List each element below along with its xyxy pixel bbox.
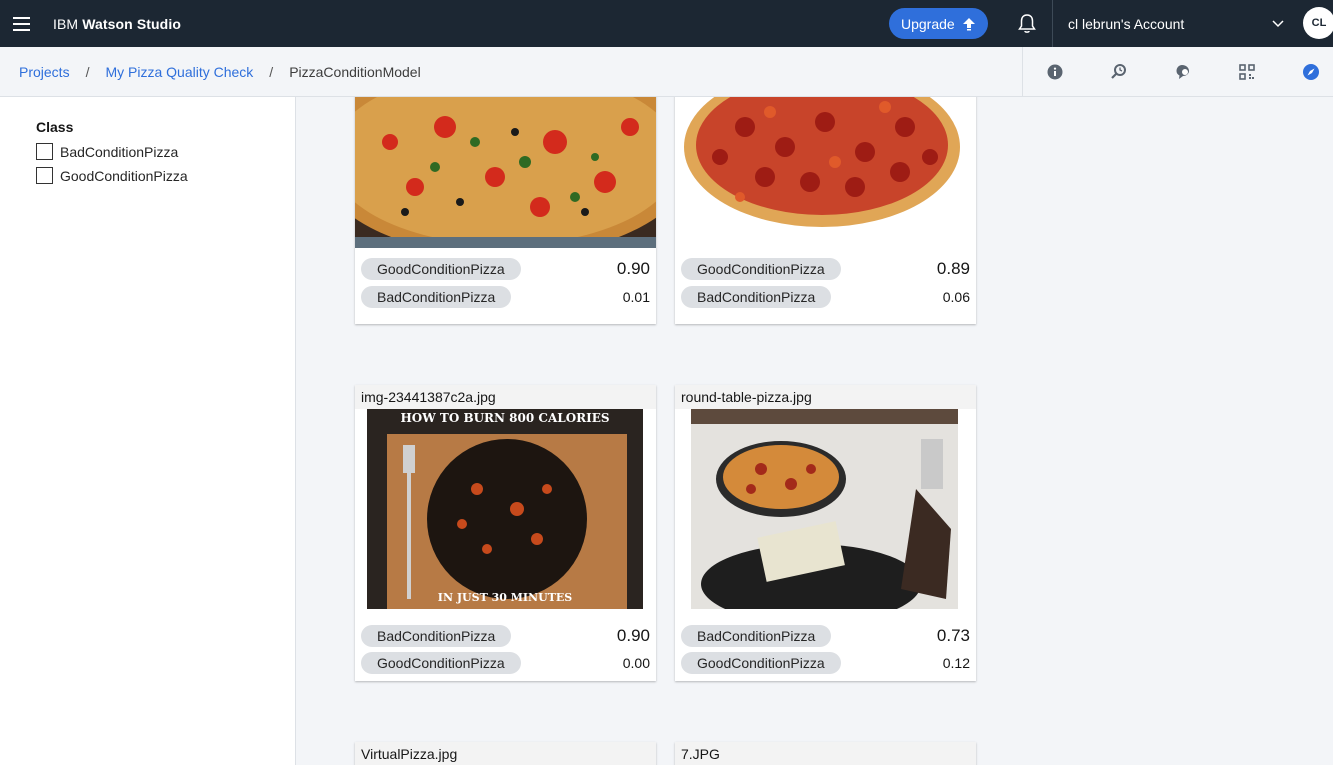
class-tag[interactable]: GoodConditionPizza (361, 652, 521, 674)
class-tag[interactable]: BadConditionPizza (361, 625, 512, 647)
confidence-score: 0.89 (936, 259, 970, 278)
qr-code-icon[interactable] (1215, 47, 1279, 97)
image-caption-top: HOW TO BURN 800 CALORIES (400, 411, 610, 425)
prediction-row: BadConditionPizza 0.73 (681, 625, 970, 647)
class-tag[interactable]: GoodConditionPizza (681, 258, 841, 280)
burnt-pizza-photo (367, 409, 643, 609)
chevron-down-icon (1272, 20, 1284, 28)
class-tag[interactable]: BadConditionPizza (681, 286, 832, 308)
filter-label: BadConditionPizza (60, 143, 179, 160)
result-card[interactable]: GoodConditionPizza 0.89 BadConditionPizz… (675, 97, 976, 324)
brand-prefix: IBM (53, 15, 79, 32)
image-filename: 7.JPG (675, 742, 976, 765)
confidence-score: 0.00 (622, 655, 650, 671)
results-grid: GoodConditionPizza 0.90 BadConditionPizz… (296, 97, 1333, 765)
menu-icon[interactable] (0, 0, 42, 47)
breadcrumb: Projects / My Pizza Quality Check / Pizz… (19, 64, 421, 80)
filter-bad-condition[interactable]: BadConditionPizza (36, 143, 178, 160)
breadcrumb-separator: / (85, 63, 90, 80)
upgrade-arrow-icon (962, 17, 975, 30)
breadcrumb-bar: Projects / My Pizza Quality Check / Pizz… (0, 47, 1333, 97)
breadcrumb-separator: / (269, 63, 274, 80)
brand-name: Watson Studio (82, 15, 181, 32)
comments-icon[interactable] (1151, 47, 1215, 97)
info-icon[interactable] (1023, 47, 1087, 97)
pizza-image (691, 409, 958, 609)
prediction-row: GoodConditionPizza 0.00 (361, 652, 650, 674)
round-table-pizza-photo (691, 409, 958, 609)
confidence-score: 0.06 (942, 289, 970, 305)
prediction-row: GoodConditionPizza 0.89 (681, 258, 970, 280)
toolbar-icons (1022, 47, 1333, 97)
class-tag[interactable]: BadConditionPizza (361, 286, 512, 308)
prediction-row: BadConditionPizza 0.01 (361, 286, 650, 308)
result-card[interactable]: round-table-pizza.jpg BadConditionPizza … (675, 385, 976, 681)
prediction-row: GoodConditionPizza 0.12 (681, 652, 970, 674)
image-filename: img-23441387c2a.jpg (355, 385, 656, 409)
notifications-bell-icon[interactable] (1014, 11, 1040, 37)
filter-sidebar: Class BadConditionPizza GoodConditionPiz… (0, 97, 296, 765)
checkbox[interactable] (36, 143, 53, 160)
confidence-score: 0.01 (622, 289, 650, 305)
class-tag[interactable]: GoodConditionPizza (681, 652, 841, 674)
confidence-score: 0.90 (616, 259, 650, 278)
pizza-photo (675, 97, 976, 248)
result-card[interactable]: 7.JPG (675, 742, 976, 765)
pizza-image (675, 97, 976, 248)
breadcrumb-project[interactable]: My Pizza Quality Check (105, 64, 253, 80)
product-brand[interactable]: IBM Watson Studio (53, 16, 181, 32)
prediction-row: GoodConditionPizza 0.90 (361, 258, 650, 280)
account-switcher[interactable]: cl lebrun's Account (1068, 0, 1284, 47)
upgrade-label: Upgrade (901, 15, 955, 32)
filter-label: GoodConditionPizza (60, 167, 188, 184)
pizza-image (355, 97, 656, 248)
image-caption-bottom: IN JUST 30 MINUTES (437, 591, 573, 604)
account-label: cl lebrun's Account (1068, 15, 1185, 32)
filter-good-condition[interactable]: GoodConditionPizza (36, 167, 188, 184)
class-tag[interactable]: BadConditionPizza (681, 625, 832, 647)
pizza-image: HOW TO BURN 800 CALORIES IN JUST 30 MINU… (367, 409, 643, 609)
checkbox[interactable] (36, 167, 53, 184)
upgrade-button[interactable]: Upgrade (889, 8, 988, 39)
breadcrumb-current: PizzaConditionModel (289, 63, 421, 80)
find-icon[interactable] (1087, 47, 1151, 97)
prediction-row: BadConditionPizza 0.90 (361, 625, 650, 647)
pizza-photo (355, 97, 656, 248)
breadcrumb-projects[interactable]: Projects (19, 64, 70, 80)
result-card[interactable]: GoodConditionPizza 0.90 BadConditionPizz… (355, 97, 656, 324)
top-header: IBM Watson Studio Upgrade cl lebrun's Ac… (0, 0, 1333, 47)
confidence-score: 0.12 (942, 655, 970, 671)
image-filename: VirtualPizza.jpg (355, 742, 656, 765)
compass-icon[interactable] (1279, 47, 1333, 97)
class-filter-heading: Class (36, 119, 74, 135)
result-card[interactable]: VirtualPizza.jpg (355, 742, 656, 765)
image-filename: round-table-pizza.jpg (675, 385, 976, 409)
class-tag[interactable]: GoodConditionPizza (361, 258, 521, 280)
prediction-row: BadConditionPizza 0.06 (681, 286, 970, 308)
confidence-score: 0.90 (616, 626, 650, 645)
header-divider (1052, 0, 1053, 47)
avatar[interactable]: CL (1303, 7, 1333, 39)
confidence-score: 0.73 (936, 626, 970, 645)
result-card[interactable]: img-23441387c2a.jpg HOW TO BURN 800 CALO… (355, 385, 656, 681)
